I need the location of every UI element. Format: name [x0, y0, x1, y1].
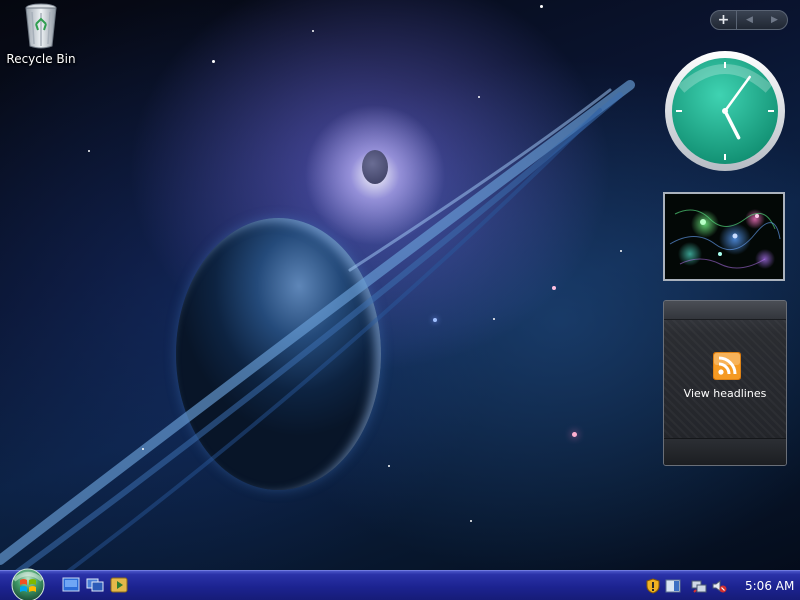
view-headlines-link[interactable]: View headlines [664, 387, 786, 400]
star [388, 465, 390, 467]
clock-gadget[interactable] [663, 49, 787, 173]
add-gadget-button[interactable]: + [711, 11, 737, 29]
star [433, 318, 437, 322]
star [552, 286, 556, 290]
star [478, 96, 480, 98]
rss-icon [713, 352, 741, 380]
quick-launch [62, 577, 128, 593]
clock-face [665, 51, 785, 171]
star [88, 150, 90, 152]
taskbar: 5:06 AM [0, 568, 800, 600]
previous-gadget-page-button[interactable]: ◀ [737, 11, 762, 29]
feed-headlines-gadget[interactable]: View headlines [663, 300, 787, 466]
volume-muted-icon[interactable] [711, 578, 727, 594]
desktop-icon-recycle-bin[interactable]: Recycle Bin [6, 2, 76, 66]
taskbar-clock[interactable]: 5:06 AM [745, 579, 794, 593]
sidebar-icon[interactable] [665, 578, 681, 594]
sidebar-controls: + ◀ ▶ [710, 10, 788, 30]
feed-gadget-footer [664, 438, 786, 465]
show-desktop-icon[interactable] [62, 577, 80, 593]
start-button[interactable] [8, 568, 48, 600]
recycle-bin-label: Recycle Bin [6, 52, 76, 66]
switch-windows-icon[interactable] [86, 577, 104, 593]
star [572, 432, 577, 437]
wallpaper-planet [176, 218, 381, 490]
star [540, 5, 543, 8]
media-player-icon[interactable] [110, 577, 128, 593]
star [312, 30, 314, 32]
star [493, 318, 495, 320]
security-shield-icon[interactable] [645, 577, 661, 594]
recycle-bin-icon [25, 3, 57, 49]
network-icon[interactable] [691, 578, 707, 594]
star [470, 520, 472, 522]
feed-gadget-header [664, 301, 786, 320]
wallpaper-moon [362, 150, 388, 184]
star [212, 60, 215, 63]
star [142, 448, 144, 450]
notification-area: 5:06 AM [645, 571, 800, 600]
next-gadget-page-button[interactable]: ▶ [762, 11, 787, 29]
desktop[interactable]: Recycle Bin + ◀ ▶ View headlines 5:06 AM [0, 0, 800, 600]
slideshow-image [669, 209, 781, 269]
slideshow-gadget[interactable] [663, 192, 785, 281]
star [620, 250, 622, 252]
